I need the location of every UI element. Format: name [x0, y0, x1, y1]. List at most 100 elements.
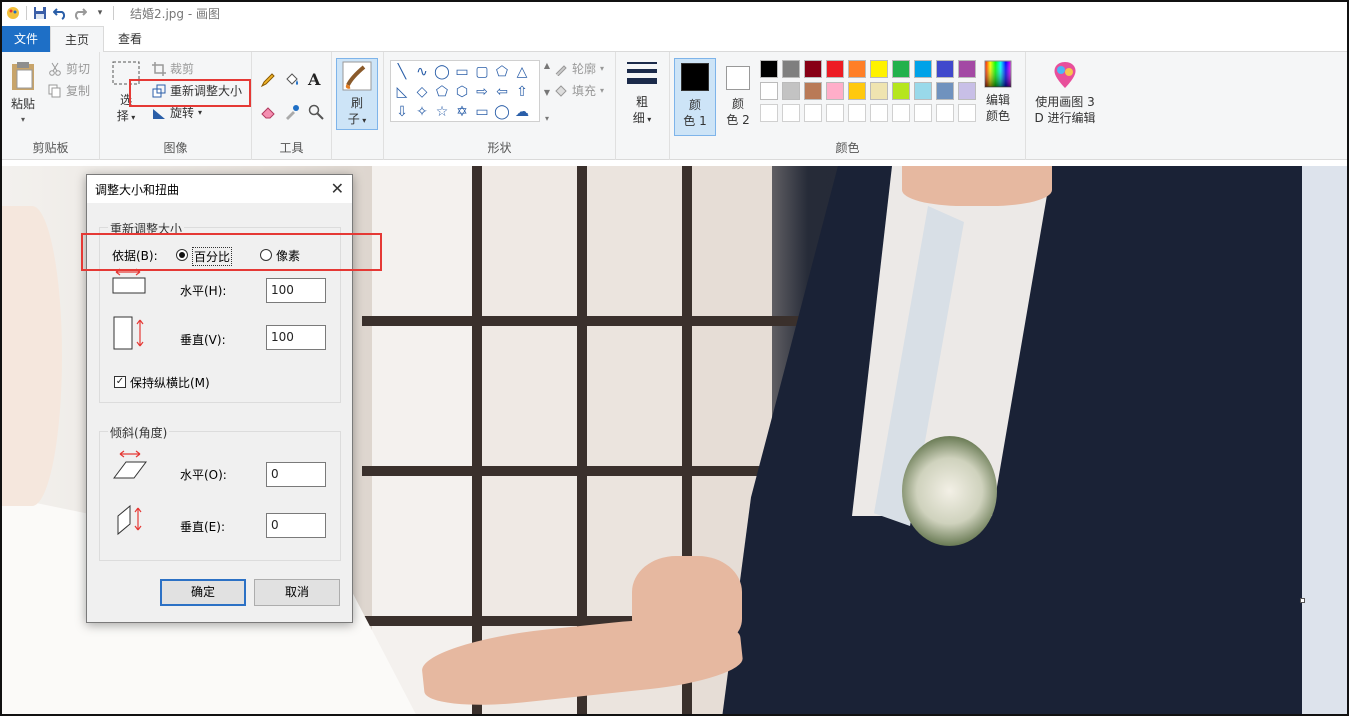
color2-label-2: 色 2: [726, 113, 750, 127]
palette-swatch[interactable]: [936, 82, 954, 100]
palette-swatch[interactable]: [936, 60, 954, 78]
palette-swatch[interactable]: [826, 60, 844, 78]
horizontal-skew-icon: [112, 450, 148, 480]
canvas-resize-handle[interactable]: [1300, 598, 1305, 603]
scroll-up-icon[interactable]: ▲: [544, 61, 550, 70]
palette-swatch[interactable]: [958, 82, 976, 100]
text-tool-icon[interactable]: A: [308, 70, 320, 89]
pentagon-shape-icon[interactable]: ⬠: [433, 83, 451, 101]
pencil-icon[interactable]: [260, 72, 276, 88]
palette-swatch[interactable]: [760, 60, 778, 78]
palette-swatch[interactable]: [760, 82, 778, 100]
palette-swatch[interactable]: [914, 60, 932, 78]
cancel-button[interactable]: 取消: [254, 579, 340, 606]
custom-color-slot[interactable]: [870, 104, 888, 122]
palette-swatch[interactable]: [848, 60, 866, 78]
four-point-star-shape-icon[interactable]: ✧: [413, 103, 431, 121]
shapes-scroll[interactable]: ▲ ▼ ▾: [541, 61, 553, 123]
custom-color-slot[interactable]: [848, 104, 866, 122]
custom-color-slot[interactable]: [958, 104, 976, 122]
oval-callout-shape-icon[interactable]: ◯: [493, 103, 511, 121]
cut-button[interactable]: 剪切: [48, 60, 90, 77]
crop-button[interactable]: 裁剪: [152, 60, 194, 77]
vertical-input[interactable]: 100: [266, 325, 326, 350]
right-triangle-shape-icon[interactable]: ◺: [393, 83, 411, 101]
keep-ratio-checkbox[interactable]: ✓: [114, 376, 126, 388]
custom-color-slot[interactable]: [760, 104, 778, 122]
palette-swatch[interactable]: [870, 60, 888, 78]
fill-button[interactable]: 填充 ▾: [554, 82, 604, 99]
custom-color-slot[interactable]: [782, 104, 800, 122]
up-arrow-shape-icon[interactable]: ⇧: [513, 83, 531, 101]
color-picker-icon[interactable]: [284, 104, 300, 120]
palette-swatch[interactable]: [892, 82, 910, 100]
expand-gallery-icon[interactable]: ▾: [545, 114, 549, 123]
rectangle-shape-icon[interactable]: ▭: [453, 63, 471, 81]
custom-color-slot[interactable]: [914, 104, 932, 122]
horizontal-input[interactable]: 100: [266, 278, 326, 303]
tab-file[interactable]: 文件: [2, 26, 50, 52]
paint3d-button[interactable]: 使用画图 3 D 进行编辑: [1030, 60, 1100, 126]
copy-button[interactable]: 复制: [48, 82, 90, 99]
ok-button[interactable]: 确定: [160, 579, 246, 606]
six-point-star-shape-icon[interactable]: ✡: [453, 103, 471, 121]
palette-swatch[interactable]: [892, 60, 910, 78]
paint-app-icon: [6, 6, 20, 20]
hexagon-shape-icon[interactable]: ⬡: [453, 83, 471, 101]
polygon-shape-icon[interactable]: ⬠: [493, 63, 511, 81]
palette-swatch[interactable]: [848, 82, 866, 100]
scroll-down-icon[interactable]: ▼: [544, 88, 550, 97]
custom-color-slot[interactable]: [936, 104, 954, 122]
brushes-group: 刷 子 ▾: [332, 52, 384, 160]
customize-dropdown-icon[interactable]: ▾: [93, 6, 107, 20]
triangle-shape-icon[interactable]: △: [513, 63, 531, 81]
magnifier-icon[interactable]: [308, 104, 324, 120]
keep-ratio-label[interactable]: 保持纵横比(M): [130, 374, 210, 391]
custom-color-slot[interactable]: [892, 104, 910, 122]
custom-color-slot[interactable]: [804, 104, 822, 122]
color2-button[interactable]: 颜 色 2: [720, 58, 756, 136]
skew-vertical-input[interactable]: 0: [266, 513, 326, 538]
right-arrow-shape-icon[interactable]: ⇨: [473, 83, 491, 101]
brushes-button[interactable]: 刷 子 ▾: [336, 58, 378, 130]
palette-swatch[interactable]: [958, 60, 976, 78]
curve-shape-icon[interactable]: ∿: [413, 63, 431, 81]
skew-horizontal-input[interactable]: 0: [266, 462, 326, 487]
palette-swatch[interactable]: [914, 82, 932, 100]
close-icon[interactable]: ✕: [331, 179, 344, 198]
outline-label: 轮廓: [572, 62, 597, 76]
palette-swatch[interactable]: [804, 60, 822, 78]
five-point-star-shape-icon[interactable]: ☆: [433, 103, 451, 121]
cloud-callout-shape-icon[interactable]: ☁: [513, 103, 531, 121]
paste-button[interactable]: 粘贴 ▾: [6, 60, 40, 128]
left-arrow-shape-icon[interactable]: ⇦: [493, 83, 511, 101]
outline-button[interactable]: 轮廓 ▾: [554, 60, 604, 77]
palette-swatch[interactable]: [804, 82, 822, 100]
undo-icon[interactable]: [53, 6, 67, 20]
down-arrow-shape-icon[interactable]: ⇩: [393, 103, 411, 121]
line-shape-icon[interactable]: ╲: [393, 63, 411, 81]
tab-view[interactable]: 查看: [104, 26, 156, 52]
color1-button[interactable]: 颜 色 1: [674, 58, 716, 136]
palette-swatch[interactable]: [870, 82, 888, 100]
diamond-shape-icon[interactable]: ◇: [413, 83, 431, 101]
palette-swatch[interactable]: [826, 82, 844, 100]
save-icon[interactable]: [33, 6, 47, 20]
oval-shape-icon[interactable]: ◯: [433, 63, 451, 81]
tab-home[interactable]: 主页: [50, 26, 105, 52]
rounded-rectangle-shape-icon[interactable]: ▢: [473, 63, 491, 81]
edit-colors-button[interactable]: 编辑 颜色: [980, 60, 1016, 124]
eraser-icon[interactable]: [260, 104, 276, 120]
photo-groom-hand: [632, 556, 742, 646]
skew-vertical-label: 垂直(E):: [180, 520, 225, 534]
palette-swatch[interactable]: [782, 60, 800, 78]
redo-icon[interactable]: [73, 6, 87, 20]
palette-swatch[interactable]: [782, 82, 800, 100]
fill-bucket-icon[interactable]: [284, 72, 300, 88]
rounded-callout-shape-icon[interactable]: ▭: [473, 103, 491, 121]
custom-color-slot[interactable]: [826, 104, 844, 122]
shapes-group: ╲ ∿ ◯ ▭ ▢ ⬠ △ ◺ ◇ ⬠ ⬡ ⇨ ⇦ ⇧ ⇩ ✧ ☆ ✡ ▭ ◯: [384, 52, 616, 160]
scissors-icon: [48, 62, 62, 76]
size-label-1: 粗: [635, 95, 648, 109]
size-button[interactable]: 粗 细 ▾: [622, 60, 662, 128]
